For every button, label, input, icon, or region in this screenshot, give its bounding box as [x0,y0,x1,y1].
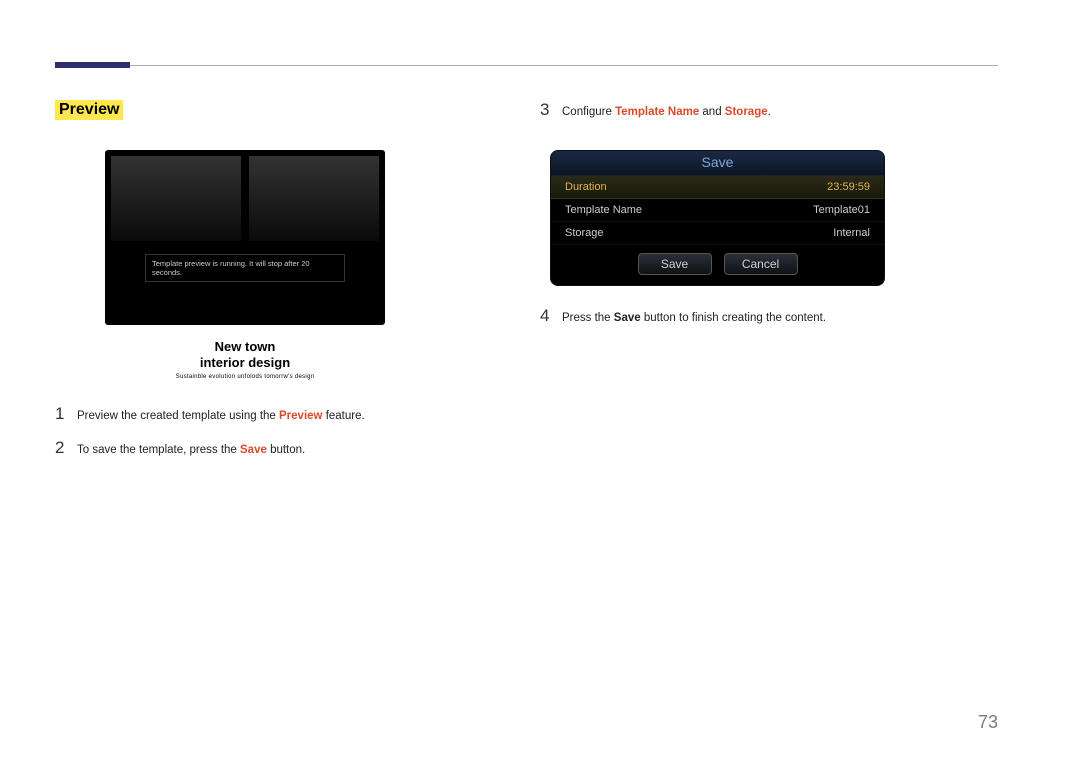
dialog-row-duration[interactable]: Duration 23:59:59 [551,176,884,199]
dialog-buttons: Save Cancel [551,245,884,285]
step-number: 2 [55,438,77,458]
step-text: To save the template, press the Save but… [77,442,305,458]
step-bold: Save [614,312,641,324]
step-highlight: Save [240,444,267,456]
caption-line-2: interior design [105,355,385,370]
step-highlight: Template Name [615,106,699,118]
preview-caption: New town interior design Sustainble evol… [105,339,385,380]
preview-panel-right [249,156,379,241]
dialog-title: Save [551,151,884,176]
header-accent [55,62,130,68]
step-text: Press the Save button to finish creating… [562,310,826,326]
save-button[interactable]: Save [638,253,712,275]
dialog-row-storage[interactable]: Storage Internal [551,222,884,245]
left-steps: 1 Preview the created template using the… [55,404,505,458]
header-divider [55,65,998,66]
step-highlight: Storage [725,106,768,118]
step-pre: Preview the created template using the [77,410,279,422]
preview-toast: Template preview is running. It will sto… [145,254,345,282]
dialog-row-template-name[interactable]: Template Name Template01 [551,199,884,222]
step-number: 4 [540,306,562,326]
section-title: Preview [55,100,123,120]
step-highlight: Preview [279,410,322,422]
right-column: 3 Configure Template Name and Storage. S… [540,100,1000,340]
row-label: Template Name [565,204,642,216]
step-post: button. [267,444,305,456]
step-text: Configure Template Name and Storage. [562,104,771,120]
row-value: 23:59:59 [827,181,870,193]
step-number: 3 [540,100,562,120]
step-pre: Configure [562,106,615,118]
row-label: Storage [565,227,604,239]
step-3: 3 Configure Template Name and Storage. [540,100,1000,120]
step-2: 2 To save the template, press the Save b… [55,438,505,458]
step-post: . [768,106,771,118]
step-mid: and [699,106,725,118]
row-value: Template01 [813,204,870,216]
step-1: 1 Preview the created template using the… [55,404,505,424]
preview-panel-left [111,156,241,241]
save-dialog: Save Duration 23:59:59 Template Name Tem… [550,150,885,286]
step-text: Preview the created template using the P… [77,408,365,424]
preview-screenshot: Template preview is running. It will sto… [105,150,385,325]
step-pre: To save the template, press the [77,444,240,456]
page-number: 73 [978,712,998,733]
row-label: Duration [565,181,607,193]
step-post: button to finish creating the content. [641,312,826,324]
row-value: Internal [833,227,870,239]
right-steps: 4 Press the Save button to finish creati… [540,306,1000,326]
step-4: 4 Press the Save button to finish creati… [540,306,1000,326]
step-post: feature. [323,410,365,422]
step-pre: Press the [562,312,614,324]
cancel-button[interactable]: Cancel [724,253,798,275]
caption-line-1: New town [105,339,385,354]
step-number: 1 [55,404,77,424]
left-column: Preview Template preview is running. It … [55,100,505,472]
caption-line-3: Sustainble evolution unfolods tomorrw's … [105,374,385,380]
